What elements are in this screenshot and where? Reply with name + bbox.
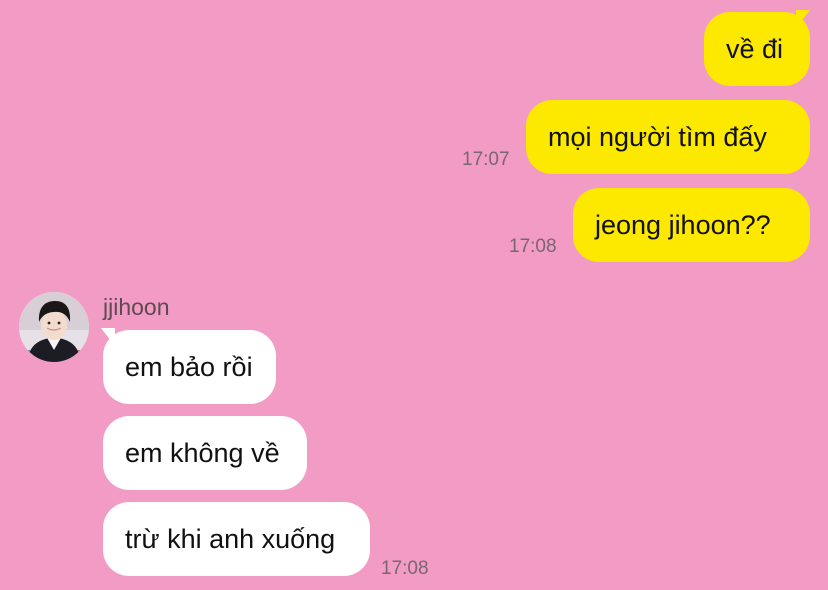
outgoing-message[interactable]: về đi: [704, 12, 810, 86]
message-timestamp: 17:08: [509, 236, 557, 257]
contact-avatar[interactable]: [19, 292, 89, 362]
contact-name: jjihoon: [103, 294, 170, 320]
message-text: em bảo rồi: [125, 351, 253, 382]
message-timestamp: 17:08: [381, 558, 429, 579]
message-text: em không về: [125, 437, 280, 468]
message-text: mọi người tìm đấy: [548, 121, 767, 152]
message-text: jeong jihoon??: [595, 209, 771, 240]
incoming-message[interactable]: em bảo rồi: [103, 330, 276, 404]
outgoing-message[interactable]: mọi người tìm đấy: [526, 100, 810, 174]
message-timestamp: 17:07: [462, 149, 510, 170]
incoming-message[interactable]: em không về: [103, 416, 307, 490]
outgoing-message[interactable]: jeong jihoon??: [573, 188, 810, 262]
message-text: về đi: [726, 33, 784, 64]
incoming-message[interactable]: trừ khi anh xuống: [103, 502, 370, 576]
message-text: trừ khi anh xuống: [125, 523, 336, 554]
chat-area[interactable]: về đi mọi người tìm đấy 17:07 jeong jiho…: [0, 0, 828, 590]
profile-photo-icon: [19, 292, 89, 362]
